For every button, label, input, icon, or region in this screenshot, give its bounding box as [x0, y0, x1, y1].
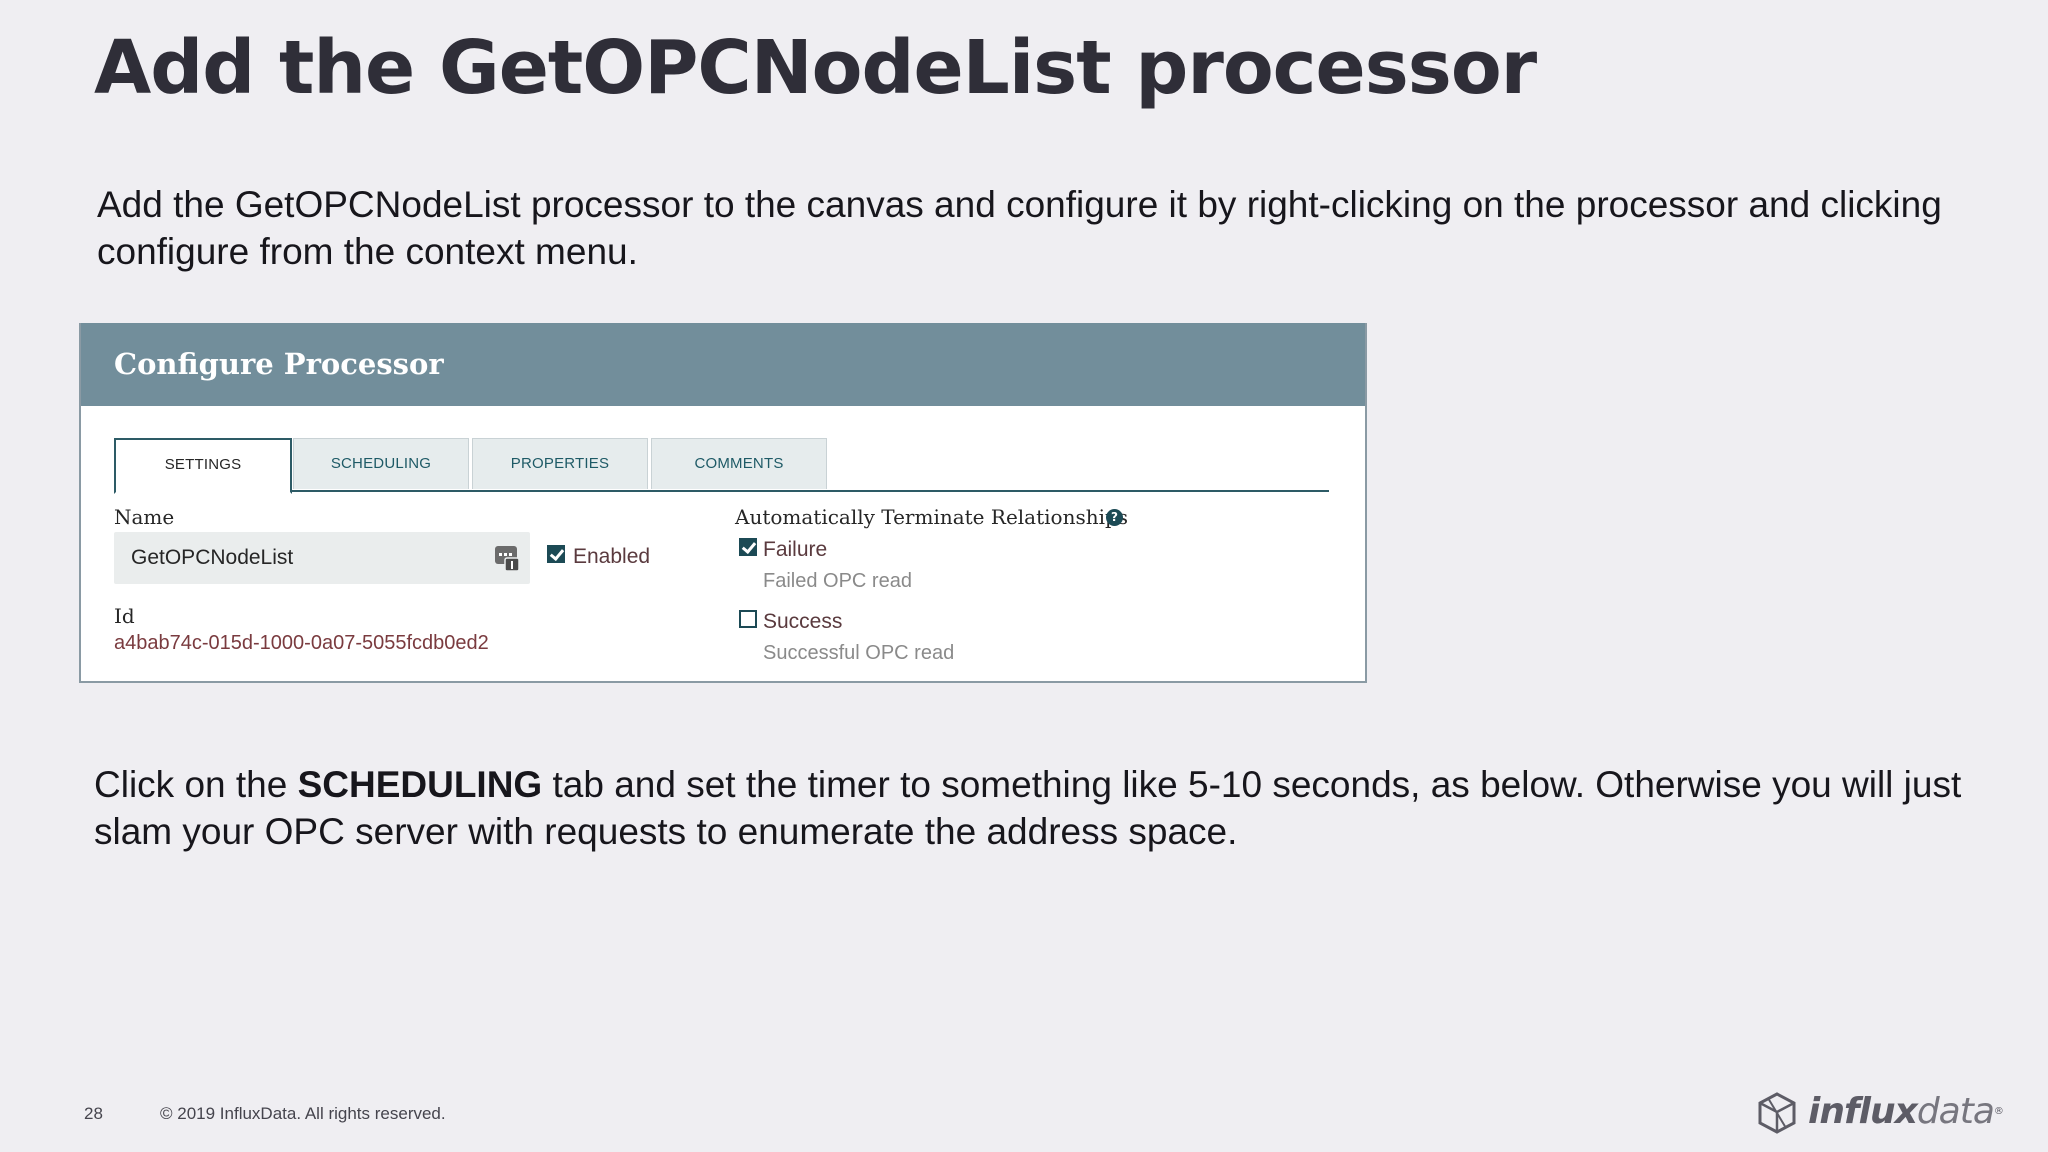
copyright: © 2019 InfluxData. All rights reserved. — [160, 1104, 446, 1123]
success-description: Successful OPC read — [763, 642, 955, 664]
parameter-icon[interactable] — [494, 544, 520, 572]
instruction-text: Click on the SCHEDULING tab and set the … — [94, 761, 1994, 855]
instruction-prefix: Click on the — [94, 764, 298, 805]
id-value: a4bab74c-015d-1000-0a07-5055fcdb0ed2 — [114, 632, 489, 654]
name-field-value: GetOPCNodeList — [131, 546, 294, 569]
page-number: 28 — [84, 1104, 103, 1123]
tab-bar: SETTINGS SCHEDULING PROPERTIES COMMENTS — [114, 438, 1329, 494]
instruction-bold: SCHEDULING — [297, 764, 543, 805]
id-label: Id — [114, 604, 135, 628]
help-icon[interactable]: ? — [1106, 509, 1123, 526]
name-label: Name — [114, 505, 175, 529]
logo-text: influxdata® — [1808, 1090, 2004, 1134]
logo-registered-mark: ® — [1993, 1106, 2004, 1117]
tab-scheduling[interactable]: SCHEDULING — [293, 438, 469, 489]
logo-text-light: data — [1916, 1091, 1995, 1132]
cube-logo-icon — [1758, 1092, 1796, 1134]
success-checkbox[interactable] — [739, 610, 757, 628]
auto-terminate-label: Automatically Terminate Relationships — [735, 505, 1129, 529]
dialog-title: Configure Processor — [81, 323, 1365, 406]
tab-settings[interactable]: SETTINGS — [114, 438, 292, 494]
slide-title: Add the GetOPCNodeList processor — [94, 25, 1537, 111]
logo-text-bold: influx — [1808, 1091, 1918, 1132]
tab-properties[interactable]: PROPERTIES — [472, 438, 648, 489]
enabled-checkbox[interactable] — [547, 545, 565, 563]
configure-processor-dialog: Configure Processor SETTINGS SCHEDULING … — [79, 323, 1367, 683]
failure-description: Failed OPC read — [763, 570, 912, 592]
failure-checkbox[interactable] — [739, 538, 757, 556]
influxdata-logo: influxdata® — [1756, 1090, 2004, 1134]
name-field[interactable]: GetOPCNodeList — [114, 532, 530, 584]
failure-label: Failure — [763, 538, 828, 561]
intro-text: Add the GetOPCNodeList processor to the … — [97, 184, 1942, 272]
success-label: Success — [763, 610, 843, 633]
tab-comments[interactable]: COMMENTS — [651, 438, 827, 489]
enabled-label: Enabled — [573, 545, 651, 568]
